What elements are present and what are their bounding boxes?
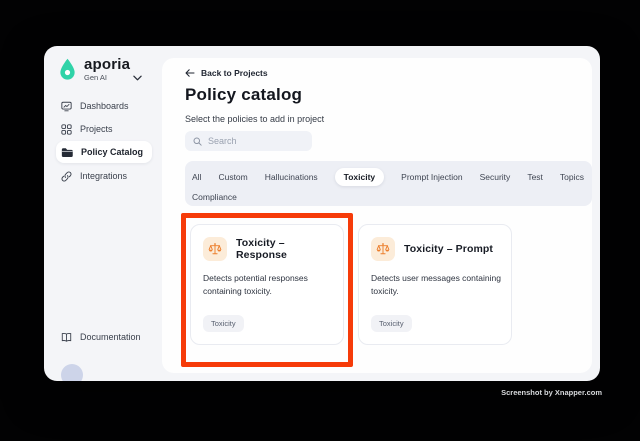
sidebar-item-documentation[interactable]: Documentation	[56, 326, 152, 348]
avatar[interactable]	[61, 364, 83, 381]
projects-icon	[61, 123, 72, 135]
back-to-projects-link[interactable]: Back to Projects	[185, 68, 268, 78]
policy-card-toxicity-response[interactable]: Toxicity – Response Detects potential re…	[190, 224, 344, 345]
tab-toxicity[interactable]: Toxicity	[334, 167, 385, 186]
chevron-down-icon[interactable]	[133, 75, 142, 81]
app-window: aporia Gen AI Dashboards Projects Policy…	[44, 46, 600, 381]
tab-compliance[interactable]: Compliance	[192, 192, 237, 202]
category-tabs: All Custom Hallucinations Toxicity Promp…	[185, 161, 592, 206]
card-tag: Toxicity	[203, 315, 244, 332]
card-description: Detects potential responses containing t…	[203, 273, 308, 297]
sidebar-item-label: Projects	[80, 124, 113, 134]
sidebar-item-integrations[interactable]: Integrations	[56, 165, 152, 187]
screenshot-stage: aporia Gen AI Dashboards Projects Policy…	[0, 0, 640, 441]
link-icon	[61, 171, 72, 182]
sidebar-item-dashboards[interactable]: Dashboards	[56, 95, 152, 117]
search-icon	[193, 136, 202, 146]
card-tag: Toxicity	[371, 315, 412, 332]
sidebar-item-label: Documentation	[80, 332, 141, 342]
aporia-logo-icon	[58, 56, 77, 82]
tab-custom[interactable]: Custom	[218, 172, 247, 182]
dashboards-icon	[61, 101, 72, 112]
tab-security[interactable]: Security	[480, 172, 511, 182]
scales-icon	[203, 237, 227, 261]
tab-hallucinations[interactable]: Hallucinations	[265, 172, 318, 182]
watermark-text: Screenshot by Xnapper.com	[501, 388, 602, 397]
card-title: Toxicity – Response	[236, 237, 287, 261]
arrow-left-icon	[185, 69, 195, 77]
sidebar-item-projects[interactable]: Projects	[56, 118, 152, 140]
main-panel: Back to Projects Policy catalog Select t…	[162, 58, 592, 373]
book-icon	[61, 332, 72, 343]
search-input[interactable]	[208, 136, 298, 146]
back-link-label: Back to Projects	[201, 68, 268, 78]
page-title: Policy catalog	[185, 85, 303, 104]
search-box[interactable]	[185, 131, 312, 151]
tab-prompt-injection[interactable]: Prompt Injection	[401, 172, 462, 182]
policy-card-toxicity-prompt[interactable]: Toxicity – Prompt Detects user messages …	[358, 224, 512, 345]
sidebar-item-label: Integrations	[80, 171, 128, 181]
brand-name: aporia	[84, 56, 131, 73]
workspace-name: Gen AI	[84, 73, 107, 82]
brand-block[interactable]: aporia Gen AI	[58, 56, 142, 82]
tab-topics[interactable]: Topics	[560, 172, 584, 182]
folder-icon	[61, 147, 73, 158]
tab-all[interactable]: All	[192, 172, 201, 182]
sidebar-item-label: Policy Catalog	[81, 147, 144, 157]
sidebar-item-label: Dashboards	[80, 101, 129, 111]
scales-icon	[371, 237, 395, 261]
card-description: Detects user messages containing toxicit…	[371, 273, 501, 297]
page-subtitle: Select the policies to add in project	[185, 114, 325, 124]
card-title: Toxicity – Prompt	[404, 243, 494, 255]
sidebar-item-policy-catalog[interactable]: Policy Catalog	[56, 141, 152, 163]
tab-test[interactable]: Test	[527, 172, 543, 182]
